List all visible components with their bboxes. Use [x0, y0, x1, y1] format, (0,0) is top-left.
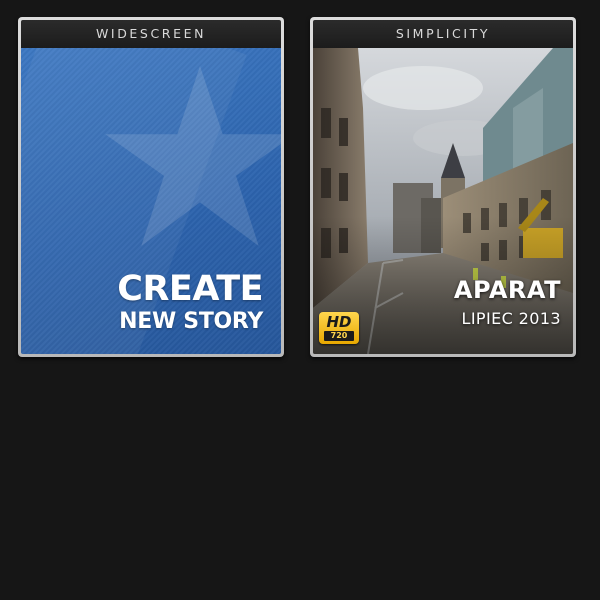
- create-label-line2: NEW STORY: [119, 309, 263, 334]
- create-new-story-label: CREATE NEW STORY: [117, 270, 263, 336]
- create-label-line1: CREATE: [117, 269, 263, 309]
- create-card-inner: WIDESCREEN CREATE NEW STORY: [21, 20, 281, 354]
- hd-badge-resolution: 720: [324, 331, 354, 341]
- star-icon: [105, 66, 281, 246]
- hd-badge-label: HD: [326, 313, 352, 331]
- story-title: APARAT: [453, 276, 561, 304]
- story-thumbnail: APARAT LIPIEC 2013 HD 720: [313, 48, 573, 354]
- story-card-inner: SIMPLICITY APARAT LIPIEC 2013 HD 720: [313, 20, 573, 354]
- create-card-background: CREATE NEW STORY: [21, 20, 281, 354]
- story-grid: WIDESCREEN CREATE NEW STORY SIMPLICITY A…: [0, 0, 600, 600]
- hd-badge-icon: HD 720: [319, 312, 359, 344]
- theme-header-simplicity: SIMPLICITY: [313, 20, 573, 48]
- story-card-aparat[interactable]: SIMPLICITY APARAT LIPIEC 2013 HD 720: [310, 17, 576, 357]
- theme-header-widescreen: WIDESCREEN: [21, 20, 281, 48]
- story-date: LIPIEC 2013: [461, 309, 561, 328]
- create-new-story-card[interactable]: WIDESCREEN CREATE NEW STORY: [18, 17, 284, 357]
